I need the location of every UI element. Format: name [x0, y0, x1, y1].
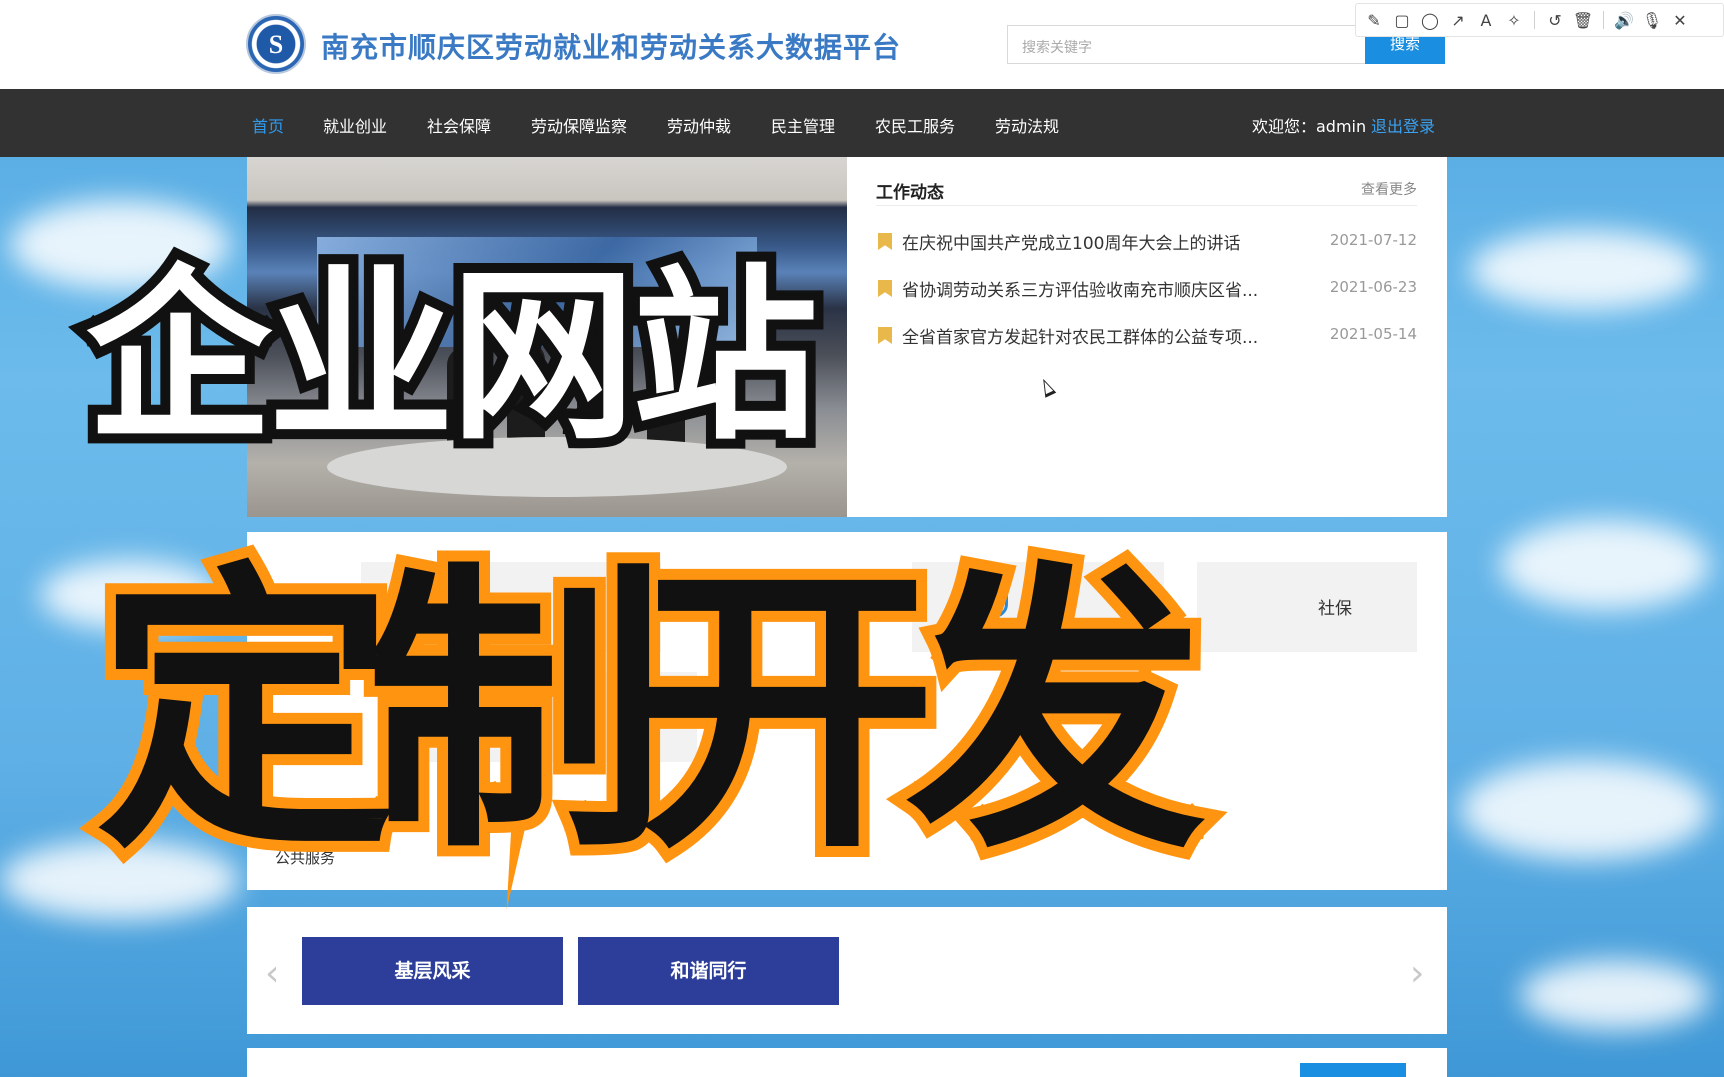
toolbar-divider	[1534, 11, 1535, 29]
nav-item-employment[interactable]: 就业创业	[323, 113, 387, 137]
news-item-date: 2021-07-12	[1329, 231, 1417, 249]
nav-item-labor-inspection[interactable]: 劳动保障监察	[531, 113, 627, 137]
microphone-icon[interactable]: 🎙	[1638, 6, 1666, 34]
service-card[interactable]	[1197, 562, 1417, 652]
cloud-decoration	[1460, 760, 1710, 860]
bottom-panel	[247, 1048, 1447, 1077]
annotation-toolbar: ✎ ▢ ◯ ↗ A ✧ ↺ 🗑 🔊 🎙 ✕	[1355, 3, 1724, 37]
logo-letter: S	[268, 30, 284, 59]
trash-icon[interactable]: 🗑	[1569, 6, 1597, 34]
news-title: 工作动态	[876, 183, 944, 203]
toolbar-divider	[1603, 11, 1604, 29]
cloud-decoration	[1500, 520, 1710, 610]
pencil-icon[interactable]: ✎	[1360, 6, 1388, 34]
site-logo[interactable]: S	[246, 14, 306, 74]
cloud-decoration	[1470, 230, 1700, 310]
bookmark-icon	[878, 280, 892, 297]
nav-item-democratic-management[interactable]: 民主管理	[771, 113, 835, 137]
welcome-text: 欢迎您：admin	[1252, 117, 1367, 136]
cloud-decoration	[1520, 960, 1710, 1030]
nav-item-home[interactable]: 首页	[252, 113, 284, 137]
grassroots-style-button[interactable]: 基层风采	[302, 937, 563, 1005]
search-input[interactable]: 搜索关键字	[1007, 25, 1367, 64]
news-item-date: 2021-06-23	[1329, 278, 1417, 296]
nav-item-migrant-worker-service[interactable]: 农民工服务	[875, 113, 955, 137]
bottom-panel-button[interactable]	[1300, 1063, 1406, 1077]
overlay-title-line1: 企业网站	[76, 238, 828, 475]
news-item-title[interactable]: 在庆祝中国共产党成立100周年大会上的讲话	[902, 229, 1240, 254]
close-icon[interactable]: ✕	[1666, 6, 1694, 34]
news-more-link[interactable]: 查看更多	[1361, 179, 1417, 199]
chevron-right-icon[interactable]: ›	[1410, 953, 1424, 994]
overlay-title-line2: 定制开发	[85, 528, 1217, 899]
speaker-icon[interactable]: 🔊	[1610, 6, 1638, 34]
text-icon[interactable]: A	[1472, 6, 1500, 34]
bookmark-icon	[878, 233, 892, 250]
service-label: 社保	[1318, 599, 1352, 619]
undo-icon[interactable]: ↺	[1541, 6, 1569, 34]
news-item-date: 2021-05-14	[1329, 325, 1417, 343]
rectangle-icon[interactable]: ▢	[1388, 6, 1416, 34]
site-title[interactable]: 南充市顺庆区劳动就业和劳动关系大数据平台	[321, 26, 901, 66]
bookmark-icon	[878, 327, 892, 344]
news-divider	[876, 205, 1417, 206]
chevron-left-icon[interactable]: ‹	[265, 953, 279, 994]
news-item-title[interactable]: 省协调劳动关系三方评估验收南充市顺庆区省...	[902, 276, 1258, 301]
news-item[interactable]: 省协调劳动关系三方评估验收南充市顺庆区省... 2021-06-23	[876, 274, 1417, 301]
news-item-title[interactable]: 全省首家官方发起针对农民工群体的公益专项...	[902, 323, 1258, 348]
magic-wand-icon[interactable]: ✧	[1500, 6, 1528, 34]
nav-item-social-security[interactable]: 社会保障	[427, 113, 491, 137]
logout-link[interactable]: 退出登录	[1371, 113, 1435, 137]
news-item[interactable]: 在庆祝中国共产党成立100周年大会上的讲话 2021-07-12	[876, 227, 1417, 254]
arrow-icon[interactable]: ↗	[1444, 6, 1472, 34]
nav-item-labor-laws[interactable]: 劳动法规	[995, 113, 1059, 137]
featured-strip: ‹ 基层风采 和谐同行 ›	[247, 907, 1447, 1034]
circle-icon[interactable]: ◯	[1416, 6, 1444, 34]
news-item[interactable]: 全省首家官方发起针对农民工群体的公益专项... 2021-05-14	[876, 321, 1417, 348]
harmony-together-button[interactable]: 和谐同行	[578, 937, 839, 1005]
main-nav: 首页 就业创业 社会保障 劳动保障监察 劳动仲裁 民主管理 农民工服务 劳动法规…	[0, 89, 1724, 157]
nav-item-arbitration[interactable]: 劳动仲裁	[667, 113, 731, 137]
news-panel: 工作动态 查看更多 在庆祝中国共产党成立100周年大会上的讲话 2021-07-…	[847, 157, 1447, 517]
